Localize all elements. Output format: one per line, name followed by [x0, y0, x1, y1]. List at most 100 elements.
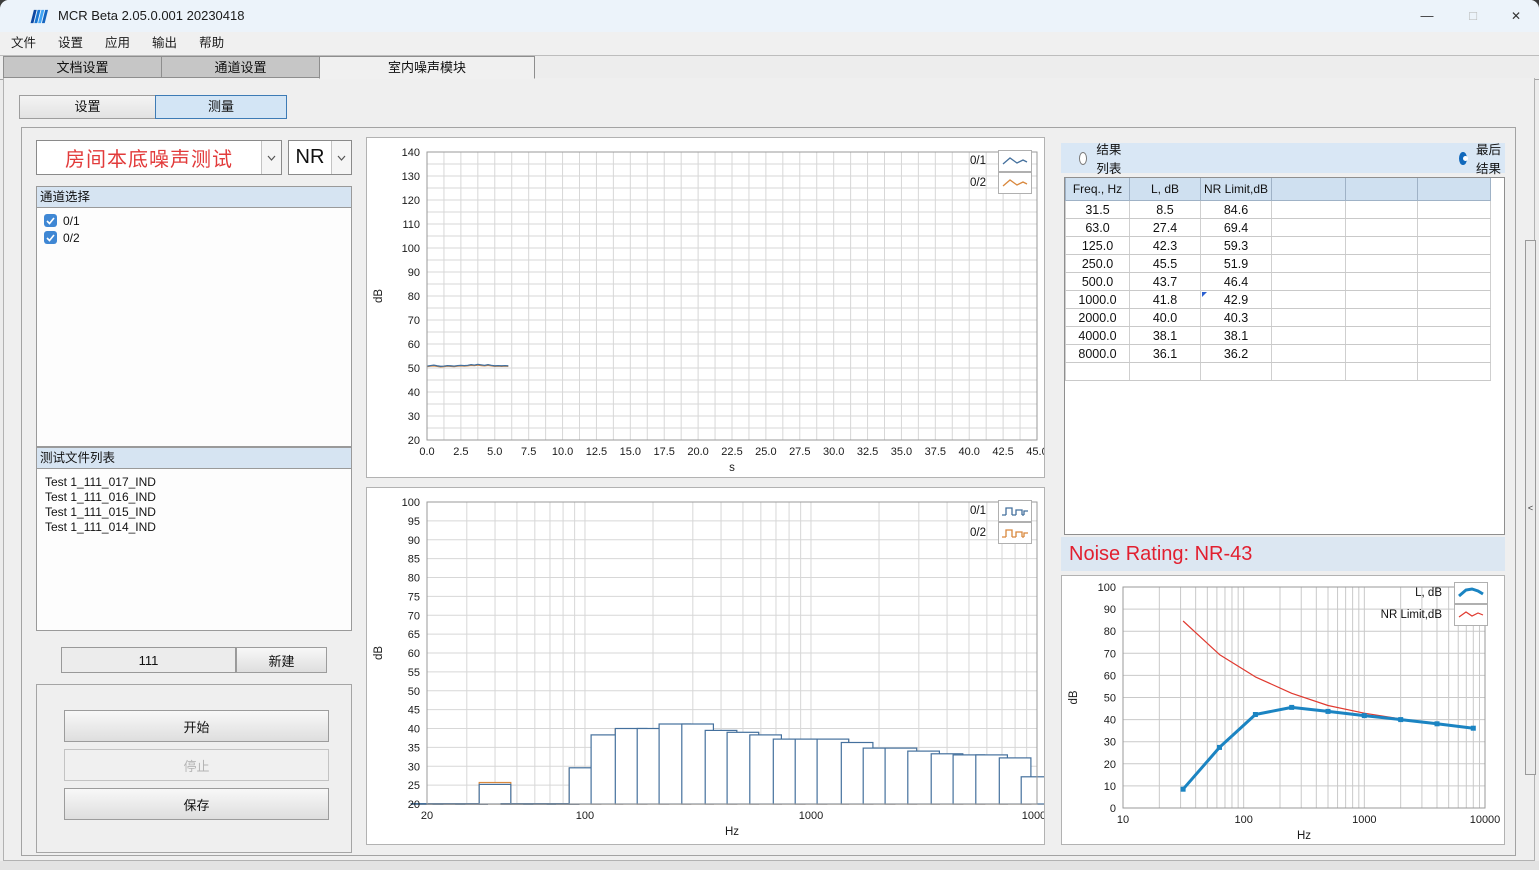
file-name-input[interactable] [61, 647, 236, 673]
menu-file[interactable]: 文件 [0, 32, 47, 55]
rating-standard-combobox[interactable]: NR [288, 140, 352, 175]
stop-button[interactable]: 停止 [64, 749, 329, 781]
chevron-down-icon[interactable] [331, 141, 351, 174]
table-row[interactable]: 125.042.359.3 [1066, 237, 1491, 255]
table-row[interactable]: 1000.041.842.9 [1066, 291, 1491, 309]
table-cell [1272, 363, 1346, 381]
table-header [1272, 178, 1346, 201]
svg-text:0: 0 [1110, 803, 1116, 815]
table-row[interactable]: 63.027.469.4 [1066, 219, 1491, 237]
table-cell [1346, 309, 1418, 327]
svg-text:dB: dB [373, 646, 385, 660]
table-row[interactable]: 2000.040.040.3 [1066, 309, 1491, 327]
spectrum-chart: 0/1 0/2 20100100010000202530354045505560… [366, 487, 1045, 845]
svg-text:120: 120 [402, 195, 420, 207]
save-button[interactable]: 保存 [64, 788, 329, 820]
maximize-button[interactable]: □ [1450, 0, 1496, 32]
svg-text:50: 50 [408, 363, 420, 375]
svg-text:50: 50 [408, 686, 420, 698]
svg-text:100: 100 [1234, 814, 1252, 826]
svg-text:100: 100 [1098, 582, 1116, 594]
results-table[interactable]: Freq., HzL, dBNR Limit,dB 31.58.584.663.… [1064, 177, 1505, 535]
checkbox-checked-icon[interactable] [44, 231, 57, 244]
minimize-button[interactable]: — [1404, 0, 1450, 32]
svg-text:37.5: 37.5 [925, 446, 946, 458]
checkbox-checked-icon[interactable] [44, 214, 57, 227]
svg-text:130: 130 [402, 171, 420, 183]
test-file-list: Test 1_111_017_INDTest 1_111_016_INDTest… [36, 469, 352, 631]
table-cell [1272, 273, 1346, 291]
table-cell: 40.3 [1201, 309, 1272, 327]
table-cell [1346, 237, 1418, 255]
table-header: NR Limit,dB [1201, 178, 1272, 201]
table-cell [1346, 219, 1418, 237]
table-row[interactable]: 8000.036.136.2 [1066, 345, 1491, 363]
test-file-item[interactable]: Test 1_111_015_IND [37, 505, 351, 520]
legend-label: 0/2 [970, 177, 986, 189]
radio-result-list[interactable] [1079, 152, 1087, 165]
panel-collapse-splitter[interactable]: < [1525, 240, 1536, 775]
legend-label: NR Limit,dB [1381, 609, 1442, 621]
table-row[interactable]: 500.043.746.4 [1066, 273, 1491, 291]
channel-item-0/1[interactable]: 0/1 [37, 212, 351, 229]
test-type-combobox[interactable]: 房间本底噪声测试 [36, 140, 282, 175]
test-file-item[interactable]: Test 1_111_017_IND [37, 475, 351, 490]
table-row[interactable]: 250.045.551.9 [1066, 255, 1491, 273]
subtab-settings[interactable]: 设置 [19, 95, 156, 119]
radio-last-result-label[interactable]: 最后结果 [1476, 139, 1505, 177]
table-cell [1346, 201, 1418, 219]
svg-text:7.5: 7.5 [521, 446, 536, 458]
menu-help[interactable]: 帮助 [188, 32, 235, 55]
channel-select-header: 通道选择 [36, 186, 352, 208]
table-cell [1418, 363, 1491, 381]
radio-result-list-label[interactable]: 结果列表 [1096, 139, 1125, 177]
subtab-measure[interactable]: 测量 [155, 95, 287, 119]
bar-series-icon [998, 522, 1032, 544]
menu-apply[interactable]: 应用 [94, 32, 141, 55]
title-bar: MCR Beta 2.05.0.001 20230418 — □ ✕ [0, 0, 1539, 32]
table-cell: 63.0 [1066, 219, 1130, 237]
table-cell [1346, 291, 1418, 309]
svg-text:25: 25 [408, 780, 420, 792]
tab-document-settings[interactable]: 文档设置 [3, 56, 162, 78]
svg-text:90: 90 [1104, 604, 1116, 616]
table-cell [1418, 219, 1491, 237]
table-cell: 1000.0 [1066, 291, 1130, 309]
svg-text:Hz: Hz [1297, 830, 1311, 842]
table-cell [1201, 363, 1272, 381]
table-cell [1272, 219, 1346, 237]
test-file-item[interactable]: Test 1_111_016_IND [37, 490, 351, 505]
table-row[interactable]: 4000.038.138.1 [1066, 327, 1491, 345]
svg-text:dB: dB [1068, 690, 1080, 704]
main-tab-strip: 文档设置 通道设置 室内噪声模块 [0, 55, 1539, 80]
close-button[interactable]: ✕ [1493, 0, 1539, 32]
table-cell: 46.4 [1201, 273, 1272, 291]
legend-label: L, dB [1415, 587, 1442, 599]
legend-label: 0/2 [970, 527, 986, 539]
tab-channel-settings[interactable]: 通道设置 [161, 56, 320, 78]
table-cell: 41.8 [1130, 291, 1201, 309]
svg-text:40: 40 [408, 387, 420, 399]
table-cell: 2000.0 [1066, 309, 1130, 327]
test-file-list-header: 测试文件列表 [36, 447, 352, 469]
new-file-button[interactable]: 新建 [236, 647, 327, 673]
table-cell [1346, 255, 1418, 273]
menu-settings[interactable]: 设置 [47, 32, 94, 55]
table-header [1346, 178, 1418, 201]
table-row[interactable] [1066, 363, 1491, 381]
channel-item-0/2[interactable]: 0/2 [37, 229, 351, 246]
test-file-item[interactable]: Test 1_111_014_IND [37, 520, 351, 535]
table-row[interactable]: 31.58.584.6 [1066, 201, 1491, 219]
table-cell [1066, 363, 1130, 381]
start-button[interactable]: 开始 [64, 710, 329, 742]
legend-label: 0/1 [970, 155, 986, 167]
noise-rating-banner: Noise Rating: NR-43 [1061, 537, 1505, 571]
svg-text:70: 70 [408, 610, 420, 622]
radio-last-result[interactable] [1459, 152, 1467, 165]
svg-text:30.0: 30.0 [823, 446, 844, 458]
table-cell [1272, 327, 1346, 345]
svg-text:s: s [729, 462, 735, 474]
tab-indoor-noise-module[interactable]: 室内噪声模块 [319, 56, 535, 79]
menu-output[interactable]: 输出 [141, 32, 188, 55]
chevron-down-icon[interactable] [261, 141, 281, 174]
